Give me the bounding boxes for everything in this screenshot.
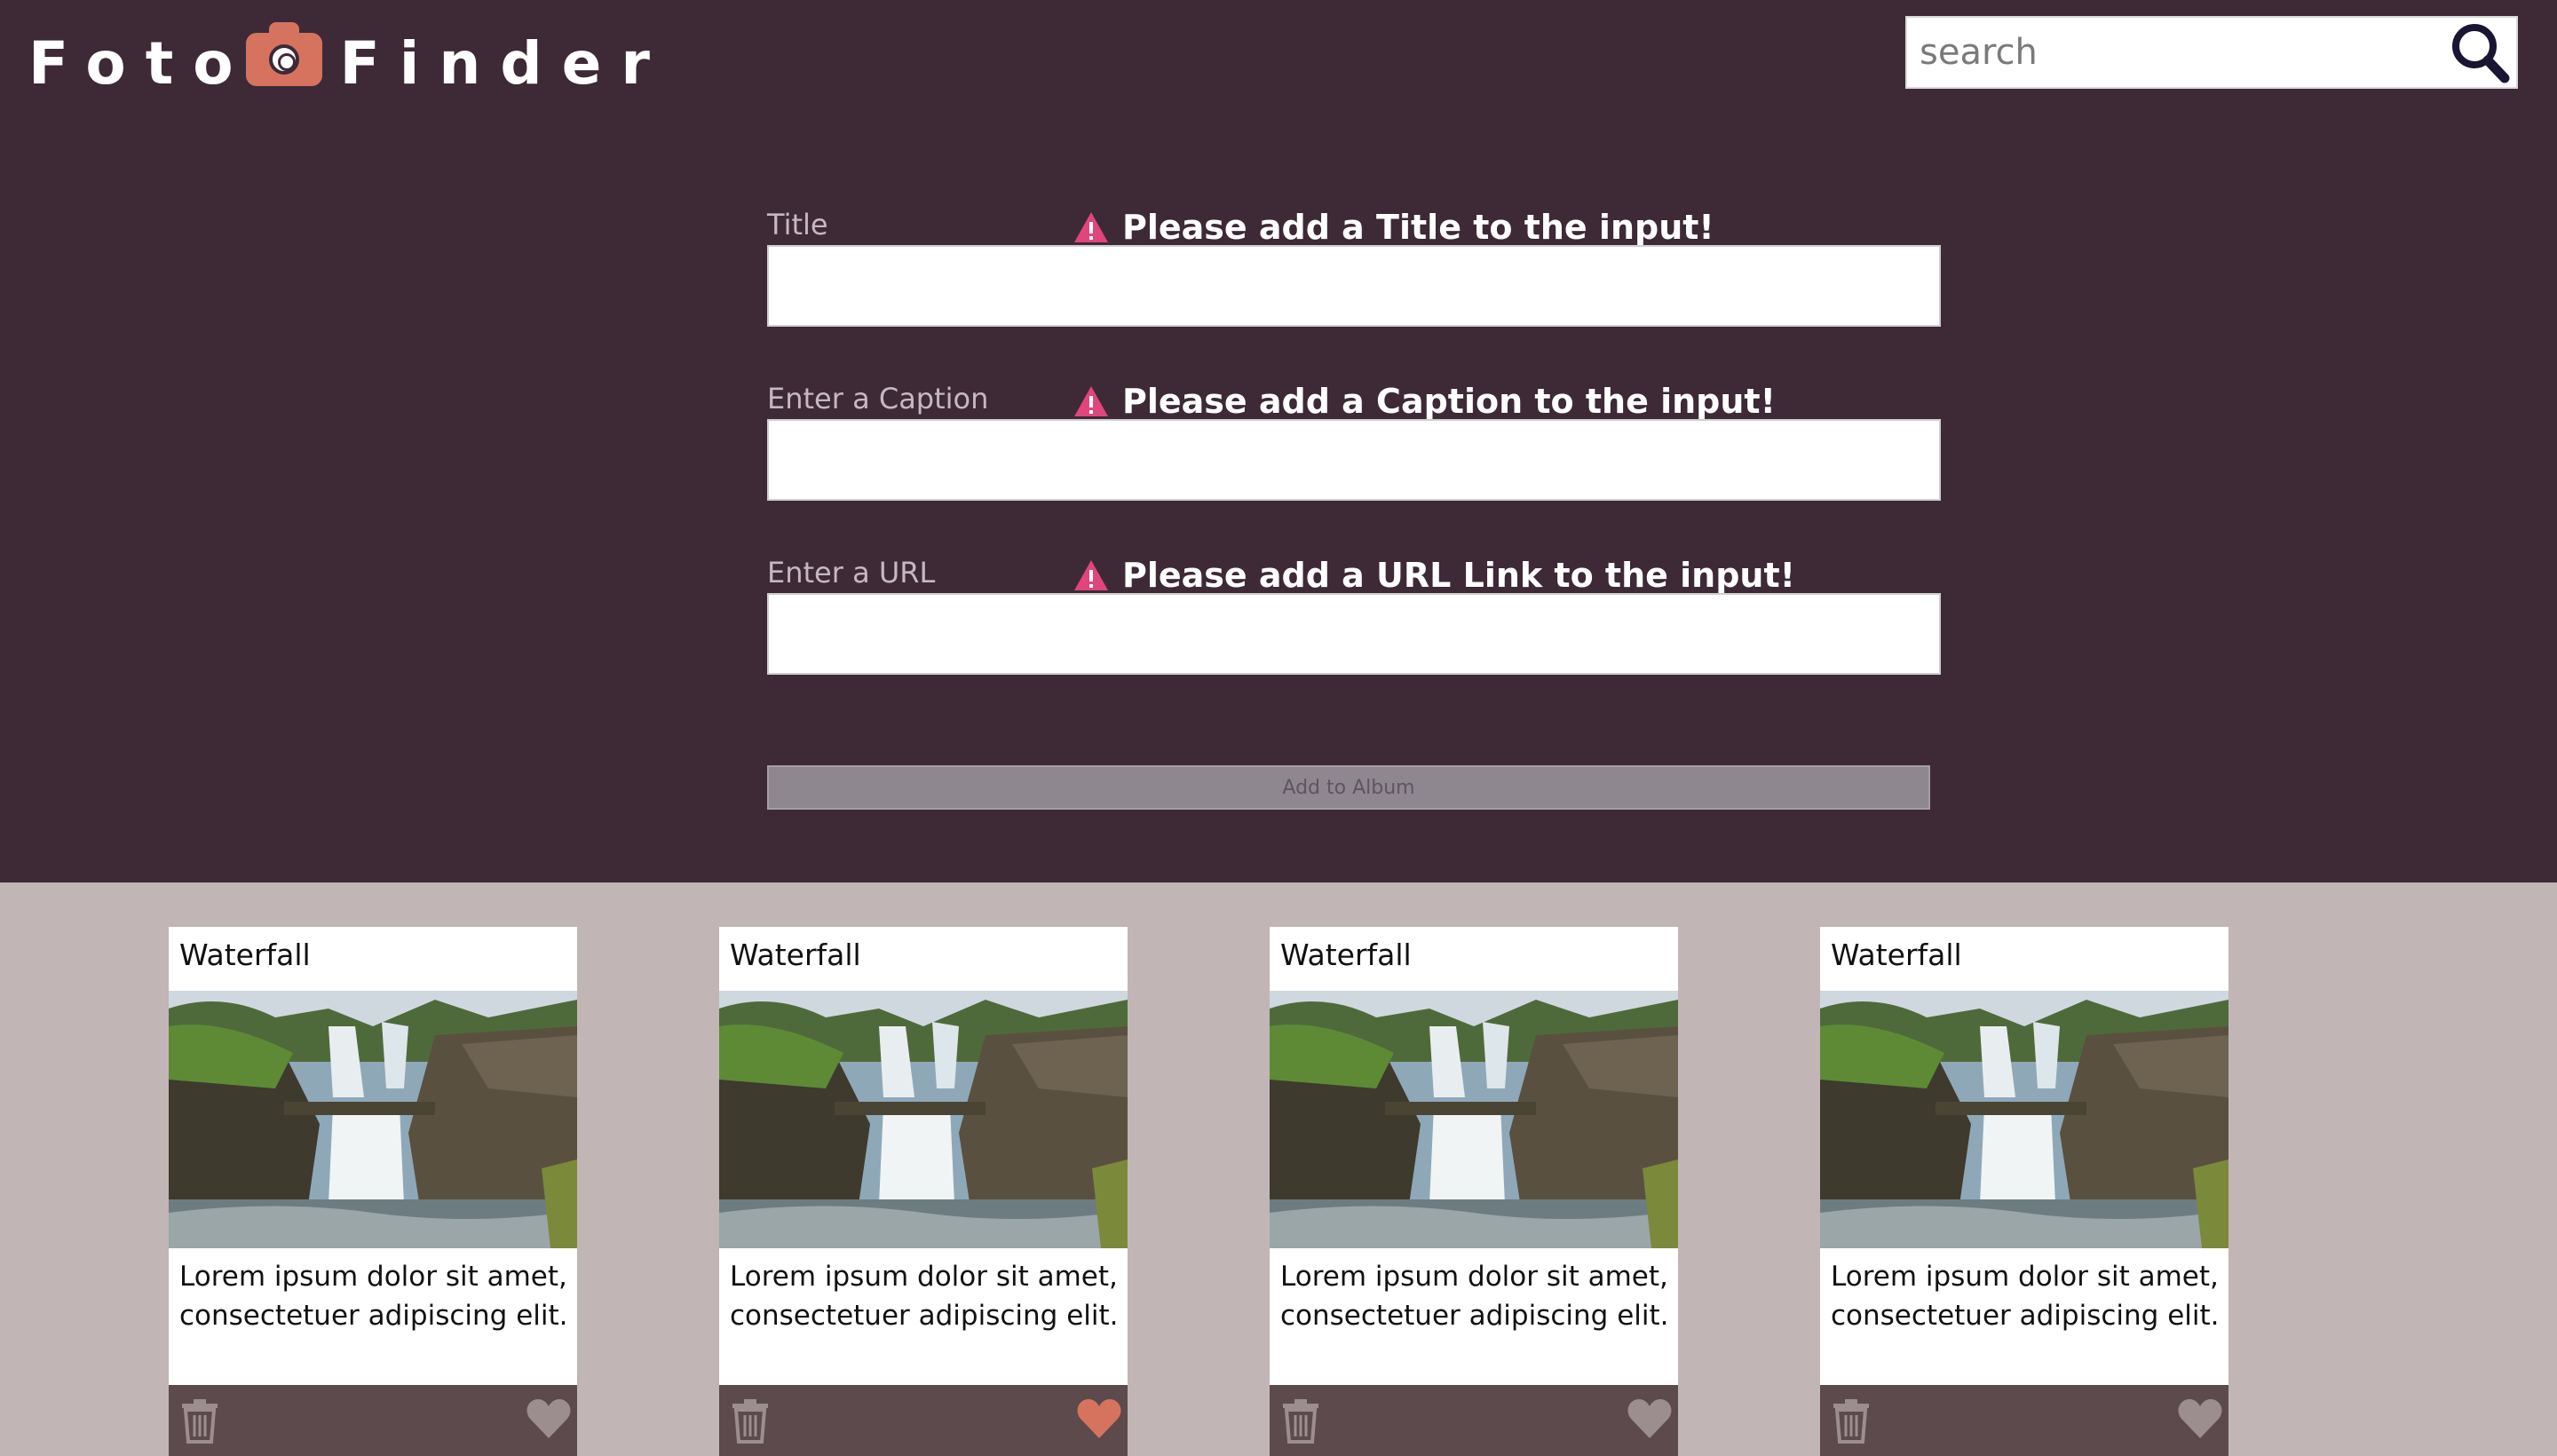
photo-card: Waterfall Lorem ipsum dolor sit amet, co… <box>719 927 1128 1456</box>
card-caption: Lorem ipsum dolor sit amet, consectetuer… <box>1280 1261 1669 1332</box>
waterfall-photo[interactable] <box>719 991 1128 1248</box>
heart-icon[interactable] <box>1627 1397 1673 1440</box>
caption-label: Enter a Caption <box>767 382 989 415</box>
caption-warning-text: Please add a Caption to the input! <box>1122 382 1776 421</box>
warning-triangle-icon <box>1074 212 1108 242</box>
search-input[interactable] <box>1907 18 2440 87</box>
camera-icon <box>245 22 322 86</box>
heart-icon[interactable] <box>526 1397 572 1440</box>
photo-card: Waterfall Lorem ipsum dolor sit amet, co… <box>1820 927 2228 1456</box>
trash-icon[interactable] <box>1280 1397 1321 1444</box>
card-caption: Lorem ipsum dolor sit amet, consectetuer… <box>1831 1261 2220 1332</box>
app-logo: Foto Finder <box>28 22 669 103</box>
waterfall-photo[interactable] <box>169 991 577 1248</box>
trash-icon[interactable] <box>730 1397 771 1444</box>
add-to-album-button[interactable]: Add to Album <box>767 765 1930 810</box>
card-title: Waterfall <box>179 938 311 972</box>
title-warning: Please add a Title to the input! <box>1073 208 1714 247</box>
photo-card: Waterfall Lorem ipsum dolor sit amet, co… <box>1270 927 1678 1456</box>
search-bar <box>1905 16 2518 89</box>
card-title: Waterfall <box>730 938 861 972</box>
card-title: Waterfall <box>1280 938 1412 972</box>
url-label: Enter a URL <box>767 556 936 590</box>
card-title: Waterfall <box>1831 938 1962 972</box>
card-footer <box>719 1385 1128 1456</box>
card-footer <box>1820 1385 2228 1456</box>
trash-icon[interactable] <box>1831 1397 1872 1444</box>
card-footer <box>169 1385 577 1456</box>
title-input[interactable] <box>767 245 1941 327</box>
waterfall-photo[interactable] <box>1820 991 2228 1248</box>
header-section: Foto Finder Title Please add a Title to … <box>0 0 2557 882</box>
caption-input[interactable] <box>767 419 1941 501</box>
logo-text-finder: Finder <box>339 28 669 98</box>
caption-warning: Please add a Caption to the input! <box>1073 382 1776 421</box>
card-caption: Lorem ipsum dolor sit amet, consectetuer… <box>730 1261 1119 1332</box>
warning-triangle-icon <box>1074 386 1108 416</box>
url-input[interactable] <box>767 593 1941 675</box>
photo-card: Waterfall Lorem ipsum dolor sit amet, co… <box>169 927 577 1456</box>
card-footer <box>1270 1385 1678 1456</box>
card-caption: Lorem ipsum dolor sit amet, consectetuer… <box>179 1261 568 1332</box>
url-warning: Please add a URL Link to the input! <box>1073 556 1795 595</box>
waterfall-photo[interactable] <box>1270 991 1678 1248</box>
warning-triangle-icon <box>1074 560 1108 590</box>
url-warning-text: Please add a URL Link to the input! <box>1122 556 1795 595</box>
trash-icon[interactable] <box>179 1397 220 1444</box>
title-warning-text: Please add a Title to the input! <box>1122 208 1714 247</box>
search-button[interactable] <box>2443 18 2516 87</box>
heart-icon[interactable] <box>2177 1397 2223 1440</box>
magnifier-icon <box>2452 24 2510 83</box>
heart-icon-favorited[interactable] <box>1076 1397 1122 1440</box>
logo-text-foto: Foto <box>28 28 253 98</box>
title-label: Title <box>767 208 828 241</box>
